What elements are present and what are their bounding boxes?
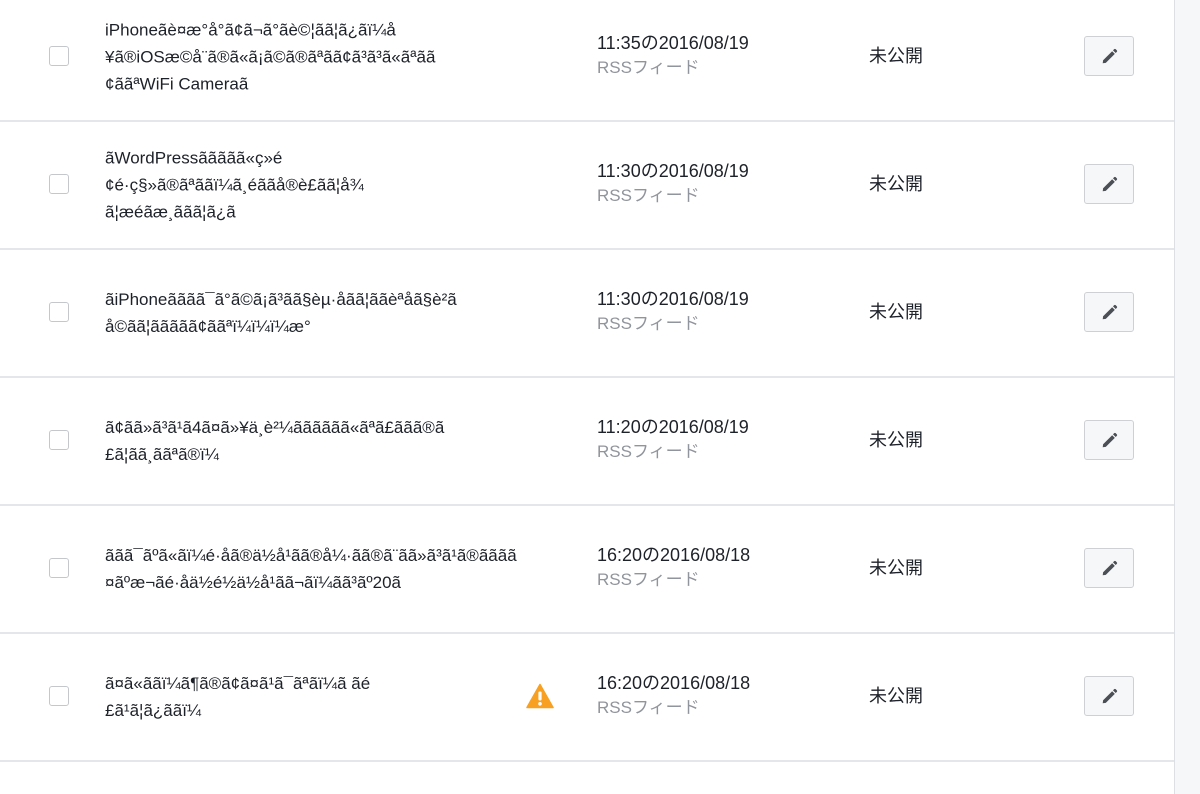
edit-button[interactable] xyxy=(1084,420,1134,460)
status-label: 未公開 xyxy=(869,686,923,706)
post-time: 16:20の2016/08/18 xyxy=(597,545,751,565)
edit-button[interactable] xyxy=(1084,676,1134,716)
pencil-icon xyxy=(1102,560,1118,576)
row-checkbox[interactable] xyxy=(49,174,69,194)
post-row: ãWordPressããããã«ç»é ¢é·ç§»ã®ãªããï¼ã¸éããå… xyxy=(0,122,1174,250)
status-label: 未公開 xyxy=(869,558,923,578)
status-label: 未公開 xyxy=(869,430,923,450)
post-time: 11:35の2016/08/19 xyxy=(597,33,749,53)
status-label: 未公開 xyxy=(869,302,923,322)
post-time: 11:20の2016/08/19 xyxy=(597,417,749,437)
post-source: RSSフィード xyxy=(597,58,700,77)
post-source: RSSフィード xyxy=(597,442,700,461)
pencil-icon xyxy=(1102,48,1118,64)
warning-icon[interactable] xyxy=(526,683,554,709)
row-checkbox[interactable] xyxy=(49,558,69,578)
post-time: 11:30の2016/08/19 xyxy=(597,289,749,309)
pencil-icon xyxy=(1102,176,1118,192)
pencil-icon xyxy=(1102,304,1118,320)
pencil-icon xyxy=(1102,432,1118,448)
edit-button[interactable] xyxy=(1084,164,1134,204)
post-row: ãiPhoneãããã¯ã°ã©ã¡ã³ãã§èµ·åãã¦ããèªåã§è²ã… xyxy=(0,250,1174,378)
row-checkbox[interactable] xyxy=(49,686,69,706)
post-title[interactable]: ãiPhoneãããã¯ã°ã©ã¡ã³ãã§èµ·åãã¦ããèªåã§è²ã… xyxy=(105,286,577,340)
edit-button[interactable] xyxy=(1084,548,1134,588)
post-title[interactable]: ã¤ã«ããï¼ã¶ã®ã¢ã¤ã¹ã¯ãªãï¼ã ãé £ã¹ã¦ã¿ããï… xyxy=(105,670,577,724)
post-row: ããã¯ãºã«ãï¼é·åã®ä½å¹ãã®å¼·ãã®ã¨ãã»ã³ã¹ã®… xyxy=(0,506,1174,634)
post-row: ã¤ã«ããï¼ã¶ã®ã¢ã¤ã¹ã¯ãªãï¼ã ãé £ã¹ã¦ã¿ããï… xyxy=(0,634,1174,762)
status-label: 未公開 xyxy=(869,174,923,194)
edit-button[interactable] xyxy=(1084,292,1134,332)
post-title[interactable]: iPhoneãè¤æ°å°ã¢ã¬ã°ãè©¦ãã¦ã¿ãï¼å ¥ã®iOSæ… xyxy=(105,17,577,98)
post-title[interactable]: ããã¯ãºã«ãï¼é·åã®ä½å¹ãã®å¼·ãã®ã¨ãã»ã³ã¹ã®… xyxy=(105,542,577,596)
row-checkbox[interactable] xyxy=(49,46,69,66)
post-time: 16:20の2016/08/18 xyxy=(597,673,751,693)
pencil-icon xyxy=(1102,688,1118,704)
post-time: 11:30の2016/08/19 xyxy=(597,161,749,181)
row-checkbox[interactable] xyxy=(49,430,69,450)
post-source: RSSフィード xyxy=(597,314,700,333)
status-label: 未公開 xyxy=(869,46,923,66)
row-checkbox[interactable] xyxy=(49,302,69,322)
post-row: ã¢ãã»ã³ã¹ã4ã¤ã»¥ä¸è²¼ãããããã«ãªã£ããã®ã £ã… xyxy=(0,378,1174,506)
post-source: RSSフィード xyxy=(597,186,700,205)
post-source: RSSフィード xyxy=(597,570,700,589)
post-row: iPhoneãè¤æ°å°ã¢ã¬ã°ãè©¦ãã¦ã¿ãï¼å ¥ã®iOSæ… xyxy=(0,0,1174,122)
post-title[interactable]: ãWordPressããããã«ç»é ¢é·ç§»ã®ãªããï¼ã¸éããå… xyxy=(105,145,577,226)
post-source: RSSフィード xyxy=(597,698,700,717)
post-list-panel: iPhoneãè¤æ°å°ã¢ã¬ã°ãè©¦ãã¦ã¿ãï¼å ¥ã®iOSæ… xyxy=(0,0,1175,794)
post-title[interactable]: ã¢ãã»ã³ã¹ã4ã¤ã»¥ä¸è²¼ãããããã«ãªã£ããã®ã £ã… xyxy=(105,414,577,468)
edit-button[interactable] xyxy=(1084,36,1134,76)
